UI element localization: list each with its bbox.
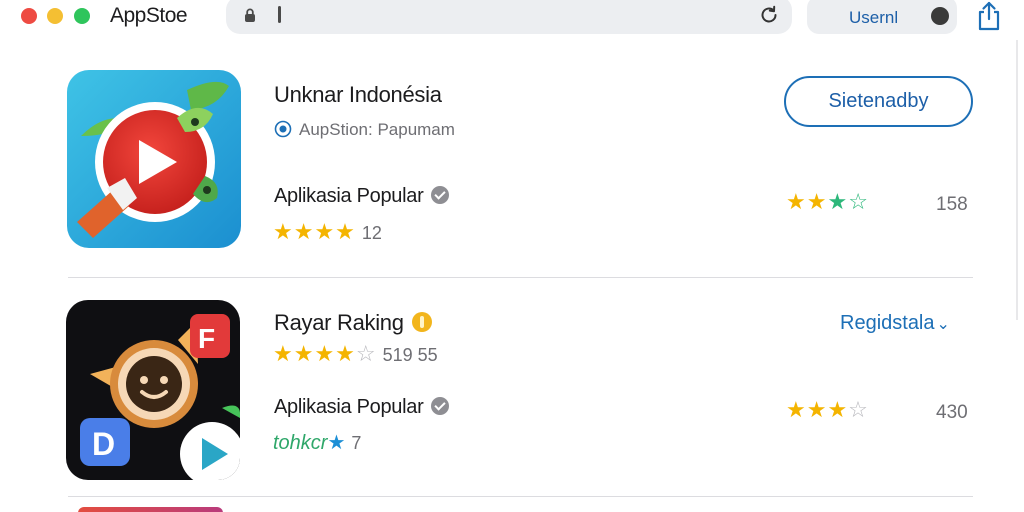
app-category-text: Aplikasia Popular xyxy=(274,396,424,418)
account-button[interactable]: Usernl xyxy=(807,0,957,34)
chevron-down-icon: ⌄ xyxy=(936,316,950,333)
row-divider xyxy=(68,496,973,497)
avatar xyxy=(931,7,949,25)
app-subtitle: AupStion: Papumam xyxy=(274,120,455,140)
reload-icon[interactable] xyxy=(758,4,780,26)
rating-count: 519 55 xyxy=(382,345,438,365)
account-name: Usernl xyxy=(849,8,899,27)
window-title: AppStoe xyxy=(110,4,188,27)
close-window-button[interactable] xyxy=(21,8,37,24)
secondary-rating: tohkcr★ 7 xyxy=(273,430,361,455)
app-subtitle-text: AupStion: Papumam xyxy=(299,120,455,139)
play-icon[interactable] xyxy=(67,70,241,248)
get-button-label: Regidstala xyxy=(840,312,935,334)
next-app-icon[interactable] xyxy=(78,507,223,512)
game-mascot-icon[interactable]: F D xyxy=(66,300,240,480)
review-count: 430 xyxy=(936,402,968,423)
zoom-window-button[interactable] xyxy=(74,8,90,24)
star-icon: ★ xyxy=(327,430,346,454)
secondary-rating-text: tohkcr xyxy=(273,432,328,454)
verified-icon xyxy=(431,397,450,415)
row-divider xyxy=(68,277,973,278)
app-list-item[interactable]: Unknar Indonésia AupStion: Papumam Aplik… xyxy=(0,60,1024,278)
review-count: 158 xyxy=(936,194,968,215)
star-rating-secondary: ★★★☆ xyxy=(786,190,869,215)
award-icon xyxy=(411,312,432,332)
app-name[interactable]: Rayar Raking xyxy=(274,310,432,336)
title-bar: AppStoe Usernl xyxy=(0,0,1024,38)
verified-icon xyxy=(431,186,450,204)
star-rating: ★★★★ 12 xyxy=(273,220,382,245)
appstore-badge-icon xyxy=(274,120,292,138)
svg-text:D: D xyxy=(92,426,115,462)
minimize-window-button[interactable] xyxy=(47,8,63,24)
secondary-rating-count: 7 xyxy=(351,433,362,453)
share-icon[interactable] xyxy=(975,0,1003,32)
text-caret xyxy=(278,6,281,23)
rating-count: 12 xyxy=(361,223,382,243)
app-list-item[interactable]: F D Rayar Raking ★★★★☆ 519 55 Aplikasia P… xyxy=(0,290,1024,497)
app-category-text: Aplikasia Popular xyxy=(274,185,424,207)
address-bar[interactable] xyxy=(226,0,792,34)
svg-text:F: F xyxy=(198,323,215,354)
app-category: Aplikasia Popular xyxy=(274,396,450,419)
star-rating: ★★★★☆ 519 55 xyxy=(273,342,438,367)
get-button[interactable]: Regidstala ⌄ xyxy=(840,312,950,335)
app-name[interactable]: Unknar Indonésia xyxy=(274,82,442,108)
get-button[interactable]: Sietenadby xyxy=(784,76,973,127)
app-name-text: Rayar Raking xyxy=(274,310,404,335)
app-category: Aplikasia Popular xyxy=(274,185,450,208)
star-rating-secondary: ★★★☆ xyxy=(786,398,869,423)
lock-icon xyxy=(245,8,255,22)
